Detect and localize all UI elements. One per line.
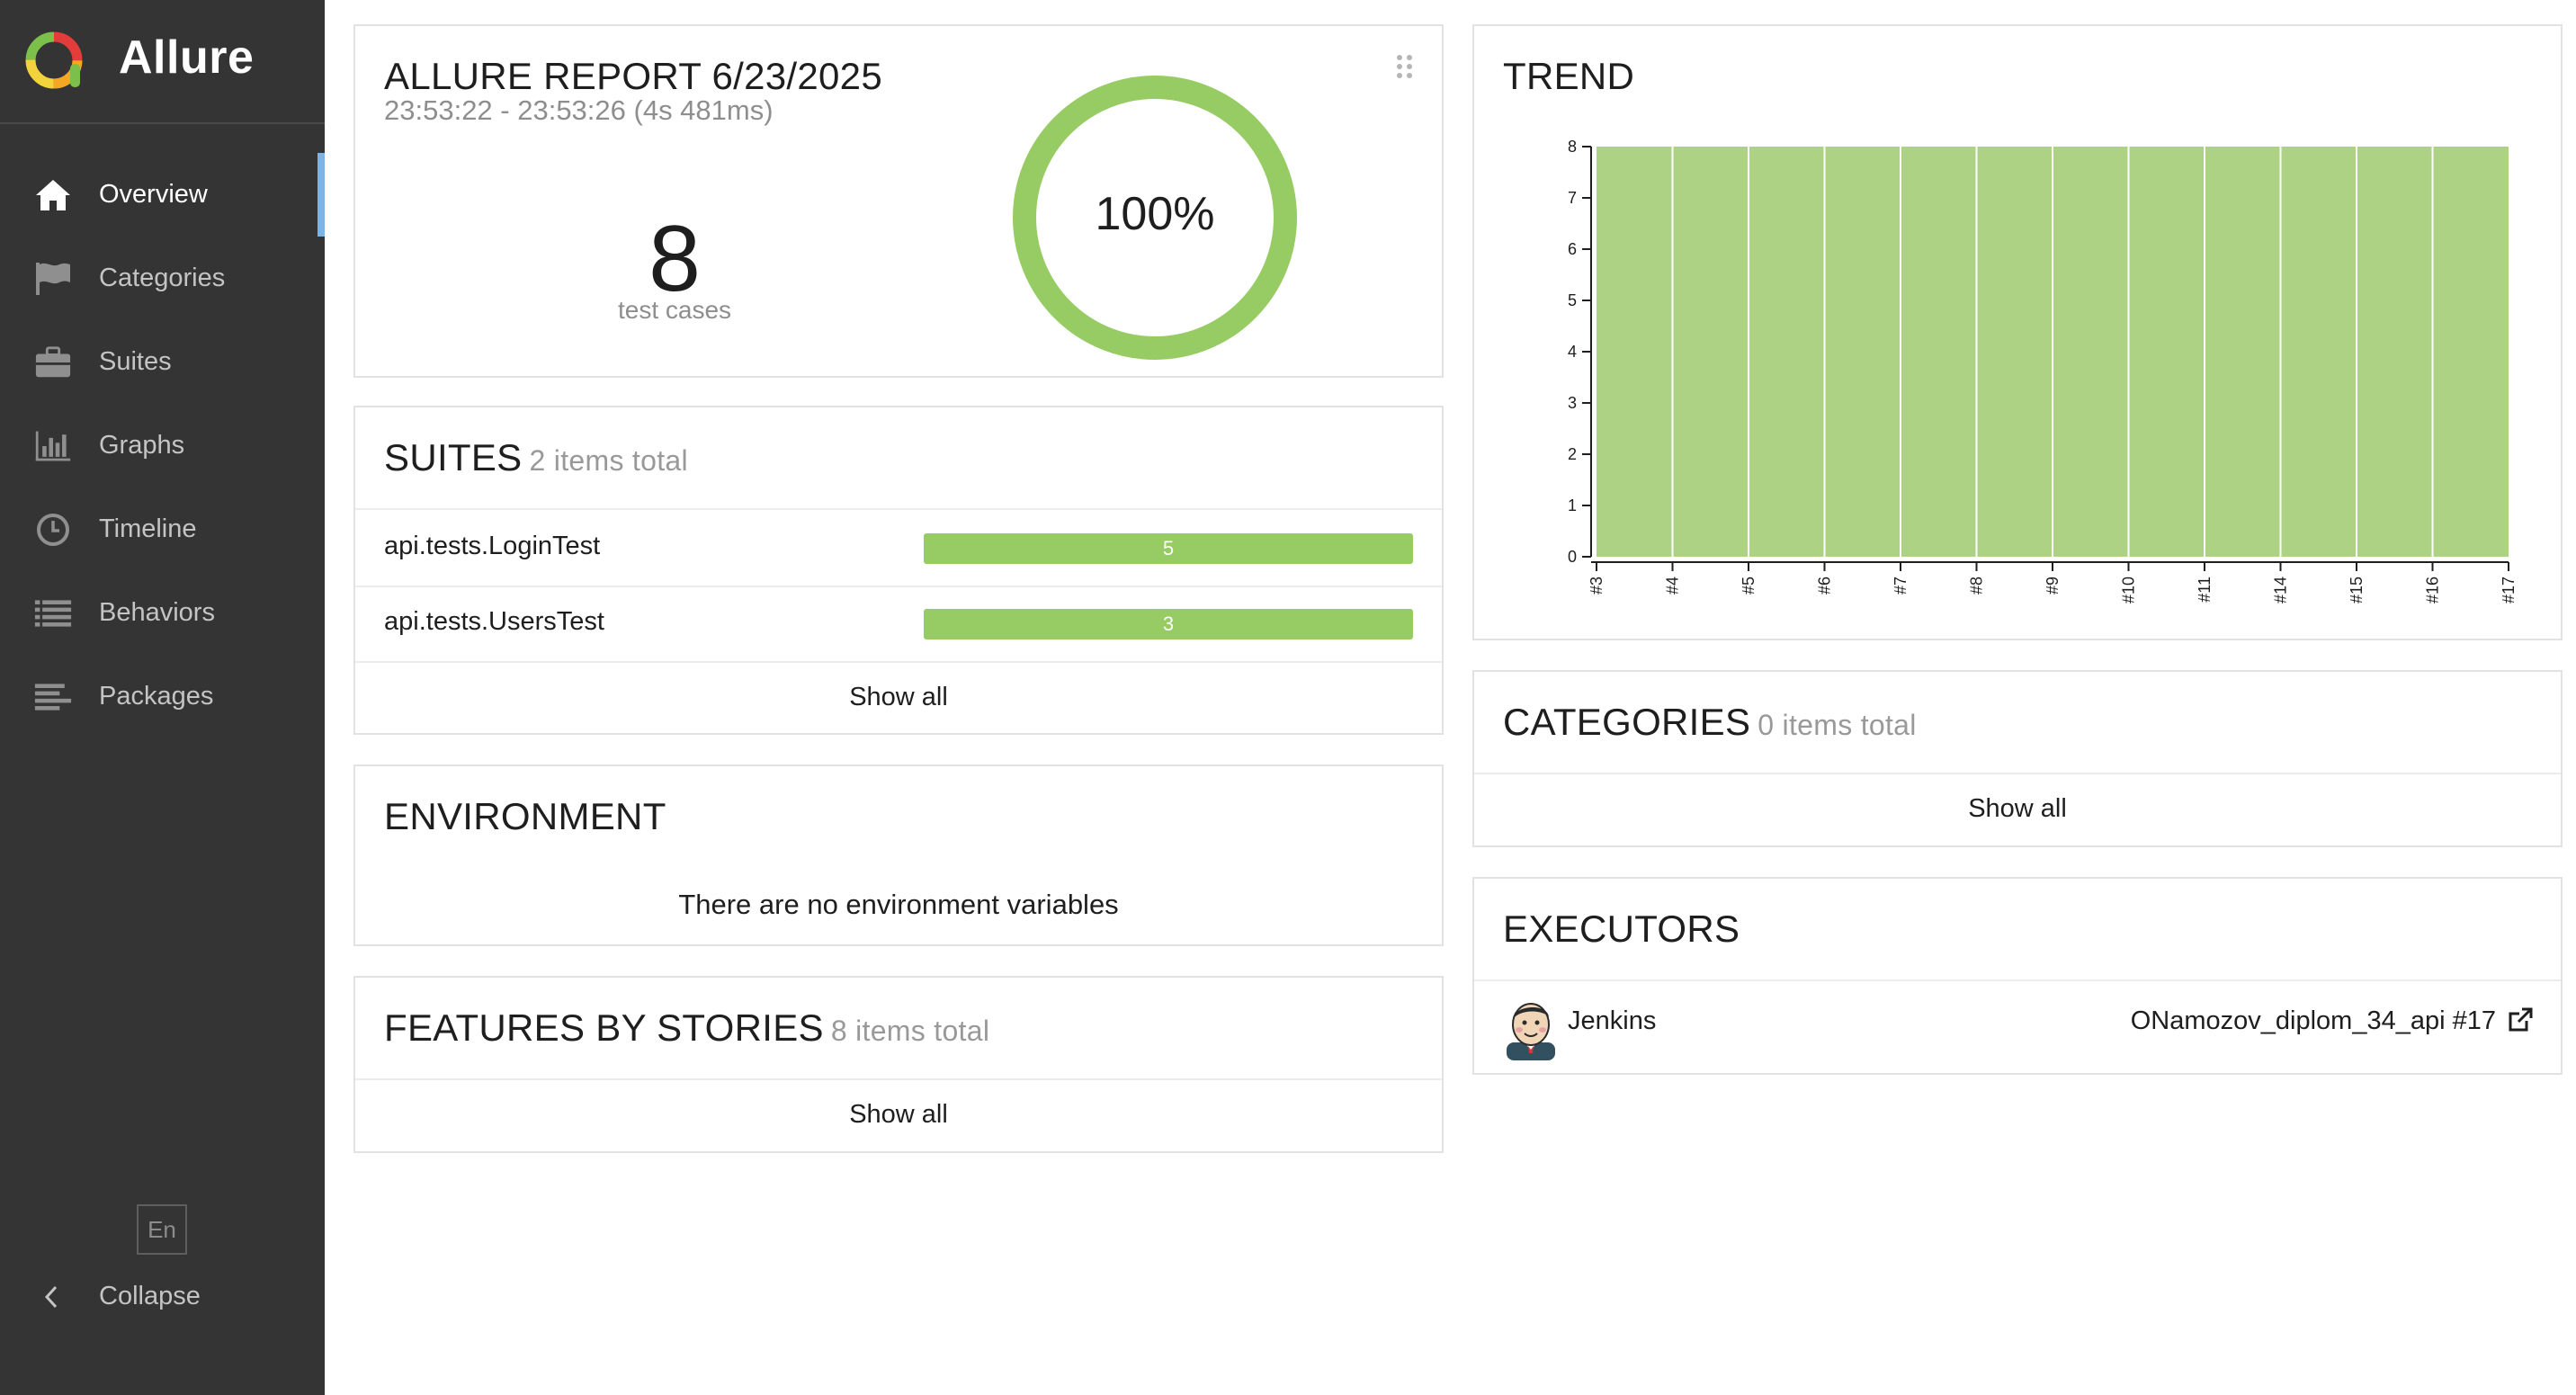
categories-title: CATEGORIES — [1503, 701, 1751, 743]
x-tick-label: #14 — [2272, 577, 2290, 604]
executor-row: Jenkins ONamozov_diplom_34_api #17 — [1474, 981, 2561, 1075]
briefcase-icon — [34, 344, 72, 381]
executor-build-link[interactable]: ONamozov_diplom_34_api #17 — [2131, 1006, 2496, 1036]
drag-handle-icon[interactable] — [1395, 53, 1415, 80]
features-widget: FEATURES BY STORIES 8 items total Show al… — [353, 976, 1444, 1153]
y-tick-label: 1 — [1568, 496, 1577, 514]
x-tick-label: #4 — [1664, 577, 1682, 595]
clock-icon — [34, 511, 72, 549]
categories-widget: CATEGORIES 0 items total Show all — [1472, 670, 2563, 847]
y-tick-label: 4 — [1568, 343, 1577, 361]
suite-passed-bar: 3 — [924, 609, 1413, 639]
sidebar-item-label: Packages — [99, 682, 214, 711]
x-tick-label: #6 — [1816, 577, 1834, 595]
sidebar-item-timeline[interactable]: Timeline — [0, 487, 325, 571]
collapse-button[interactable]: Collapse — [0, 1274, 325, 1319]
features-show-all-link[interactable]: Show all — [355, 1100, 1442, 1130]
home-icon — [34, 176, 72, 214]
sidebar-item-overview[interactable]: Overview — [0, 153, 325, 237]
sidebar-item-categories[interactable]: Categories — [0, 237, 325, 320]
sidebar-item-label: Timeline — [99, 514, 197, 543]
sidebar-item-graphs[interactable]: Graphs — [0, 404, 325, 487]
bar-chart-icon — [34, 427, 72, 465]
x-tick-label: #5 — [1740, 577, 1758, 595]
chevron-left-icon — [44, 1285, 58, 1309]
x-tick-label: #8 — [1968, 577, 1986, 595]
x-tick-label: #10 — [2120, 577, 2138, 604]
features-count: 8 items total — [830, 1015, 990, 1047]
x-tick-label: #7 — [1892, 577, 1910, 595]
categories-title-row: CATEGORIES 0 items total — [1503, 701, 1917, 744]
environment-empty-message: There are no environment variables — [678, 889, 1119, 920]
test-case-label: test cases — [617, 296, 732, 324]
suites-title: SUITES — [384, 436, 523, 478]
suites-widget: SUITES 2 items total api.tests.LoginTest … — [353, 406, 1444, 735]
language-switcher[interactable]: En — [137, 1204, 187, 1255]
suite-row[interactable]: api.tests.UsersTest 3 — [355, 586, 1442, 661]
y-tick-label: 0 — [1568, 548, 1577, 566]
list-icon — [34, 595, 72, 632]
sidebar-item-label: Categories — [99, 264, 226, 292]
trend-chart: 0 1 2 3 4 5 6 7 8 #3 #4 #5 #6 #7 #8 #9 #10 #11 #14 #15 #16 #1… — [1568, 138, 2518, 604]
executors-title: EXECUTORS — [1503, 908, 1740, 950]
suite-passed-bar: 5 — [924, 533, 1413, 564]
divider — [1474, 773, 2561, 774]
suites-show-all-link[interactable]: Show all — [355, 683, 1442, 712]
brand-header: Allure — [0, 0, 325, 124]
categories-show-all-link[interactable]: Show all — [1474, 794, 2561, 824]
x-tick-label: #3 — [1588, 577, 1606, 595]
sidebar-nav: Overview Categories Suites Graphs Timeli… — [0, 153, 325, 738]
suite-name: api.tests.UsersTest — [384, 607, 604, 636]
collapse-label: Collapse — [99, 1282, 201, 1310]
suites-title-row: SUITES 2 items total — [384, 436, 688, 479]
environment-title: ENVIRONMENT — [384, 795, 666, 837]
sidebar-item-label: Suites — [99, 347, 172, 376]
align-left-icon — [34, 678, 72, 716]
brand-name: Allure — [119, 31, 255, 84]
suites-count: 2 items total — [529, 444, 688, 477]
divider — [355, 661, 1442, 663]
y-tick-label: 6 — [1568, 240, 1577, 258]
pass-rate-label: 100% — [1096, 188, 1215, 240]
sidebar-item-label: Behaviors — [99, 598, 215, 627]
features-title-row: FEATURES BY STORIES 8 items total — [384, 1006, 989, 1050]
summary-widget: ALLURE REPORT 6/23/2025 23:53:22 - 23:53… — [353, 24, 1444, 378]
executor-name[interactable]: Jenkins — [1568, 1006, 1656, 1036]
y-tick-label: 5 — [1568, 291, 1577, 309]
features-title: FEATURES BY STORIES — [384, 1006, 824, 1049]
divider — [355, 1078, 1442, 1080]
y-tick-label: 8 — [1568, 138, 1577, 156]
report-time-range: 23:53:22 - 23:53:26 (4s 481ms) — [384, 94, 774, 126]
environment-widget: ENVIRONMENT There are no environment var… — [353, 765, 1444, 946]
report-title: ALLURE REPORT 6/23/2025 — [384, 55, 882, 97]
sidebar-item-label: Graphs — [99, 431, 185, 460]
x-tick-label: #16 — [2424, 577, 2442, 604]
flag-icon — [34, 260, 72, 298]
x-tick-label: #15 — [2348, 577, 2366, 604]
y-tick-label: 7 — [1568, 189, 1577, 207]
x-tick-label: #17 — [2500, 577, 2518, 604]
sidebar-item-label: Overview — [99, 180, 208, 209]
trend-widget: TREND 0 1 2 3 4 5 6 7 8 #3 #4 #5 #6 #7 #8 #9 #10 #11 #14 #1… — [1472, 24, 2563, 640]
sidebar: Allure Overview Categories Suites Graphs… — [0, 0, 325, 1395]
y-tick-label: 2 — [1568, 445, 1577, 463]
allure-logo — [25, 31, 83, 89]
pass-rate-ring: 100% — [1013, 76, 1297, 360]
sidebar-item-suites[interactable]: Suites — [0, 320, 325, 404]
executors-widget: EXECUTORS Jenkins ONamozov_diplom_34_api… — [1472, 877, 2563, 1075]
y-tick-label: 3 — [1568, 394, 1577, 412]
suite-name: api.tests.LoginTest — [384, 532, 601, 560]
active-indicator — [318, 153, 325, 237]
sidebar-item-behaviors[interactable]: Behaviors — [0, 571, 325, 655]
jenkins-avatar-icon — [1507, 1003, 1555, 1060]
x-tick-label: #9 — [2044, 577, 2062, 595]
sidebar-item-packages[interactable]: Packages — [0, 655, 325, 738]
external-link-icon[interactable] — [2507, 1006, 2534, 1033]
x-tick-label: #11 — [2196, 577, 2214, 603]
suite-row[interactable]: api.tests.LoginTest 5 — [355, 510, 1442, 586]
categories-count: 0 items total — [1758, 709, 1917, 741]
